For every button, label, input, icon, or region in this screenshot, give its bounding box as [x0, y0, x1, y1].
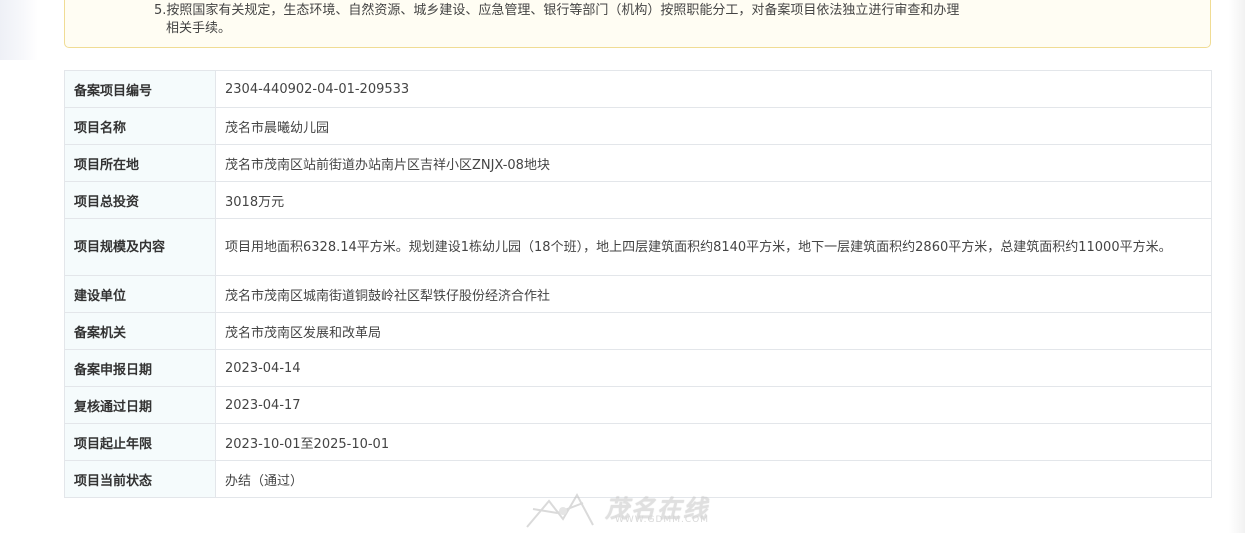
project-info-table: 备案项目编号 2304-440902-04-01-209533 项目名称 茂名市… [64, 70, 1212, 498]
table-row: 建设单位 茂名市茂南区城南街道铜鼓岭社区犁铁仔股份经济合作社 [64, 275, 1212, 313]
table-row: 项目名称 茂名市晨曦幼儿园 [64, 107, 1212, 145]
row-label: 项目所在地 [64, 144, 216, 182]
table-row: 备案项目编号 2304-440902-04-01-209533 [64, 70, 1212, 108]
row-label: 备案申报日期 [64, 349, 216, 387]
star-logo-icon [526, 492, 594, 528]
row-label: 项目名称 [64, 107, 216, 145]
row-label: 建设单位 [64, 275, 216, 313]
row-label: 项目规模及内容 [64, 218, 216, 276]
table-row: 备案申报日期 2023-04-14 [64, 349, 1212, 387]
notice-text-line-2: 相关手续。 [166, 21, 232, 36]
right-edge-shadow [1229, 0, 1245, 533]
row-value: 3018万元 [215, 181, 1212, 219]
table-row: 项目所在地 茂名市茂南区站前街道办站南片区吉祥小区ZNJX-08地块 [64, 144, 1212, 182]
row-label: 项目起止年限 [64, 423, 216, 461]
row-value: 茂名市茂南区发展和改革局 [215, 312, 1212, 350]
row-value: 茂名市茂南区城南街道铜鼓岭社区犁铁仔股份经济合作社 [215, 275, 1212, 313]
row-label: 备案机关 [64, 312, 216, 350]
site-watermark: 茂名在线 WWW.GDMM.COM [523, 489, 733, 531]
row-value: 2304-440902-04-01-209533 [215, 70, 1212, 108]
row-label: 备案项目编号 [64, 70, 216, 108]
row-label: 项目总投资 [64, 181, 216, 219]
watermark-url: WWW.GDMM.COM [615, 515, 709, 525]
row-value: 2023-04-14 [215, 349, 1212, 387]
table-row: 项目起止年限 2023-10-01至2025-10-01 [64, 423, 1212, 461]
row-value: 2023-10-01至2025-10-01 [215, 423, 1212, 461]
notice-text-line-1: 5.按照国家有关规定，生态环境、自然资源、城乡建设、应急管理、银行等部门（机构）… [154, 3, 960, 18]
row-value: 茂名市茂南区站前街道办站南片区吉祥小区ZNJX-08地块 [215, 144, 1212, 182]
row-value: 项目用地面积6328.14平方米。规划建设1栋幼儿园（18个班），地上四层建筑面… [215, 218, 1212, 276]
table-row: 备案机关 茂名市茂南区发展和改革局 [64, 312, 1212, 350]
table-row: 复核通过日期 2023-04-17 [64, 386, 1212, 424]
row-label: 复核通过日期 [64, 386, 216, 424]
row-label: 项目当前状态 [64, 460, 216, 498]
table-row: 项目总投资 3018万元 [64, 181, 1212, 219]
notice-box: 5.按照国家有关规定，生态环境、自然资源、城乡建设、应急管理、银行等部门（机构）… [64, 0, 1211, 48]
row-value: 茂名市晨曦幼儿园 [215, 107, 1212, 145]
row-value: 2023-04-17 [215, 386, 1212, 424]
table-row: 项目规模及内容 项目用地面积6328.14平方米。规划建设1栋幼儿园（18个班）… [64, 218, 1212, 276]
left-edge-shadow [0, 0, 38, 60]
